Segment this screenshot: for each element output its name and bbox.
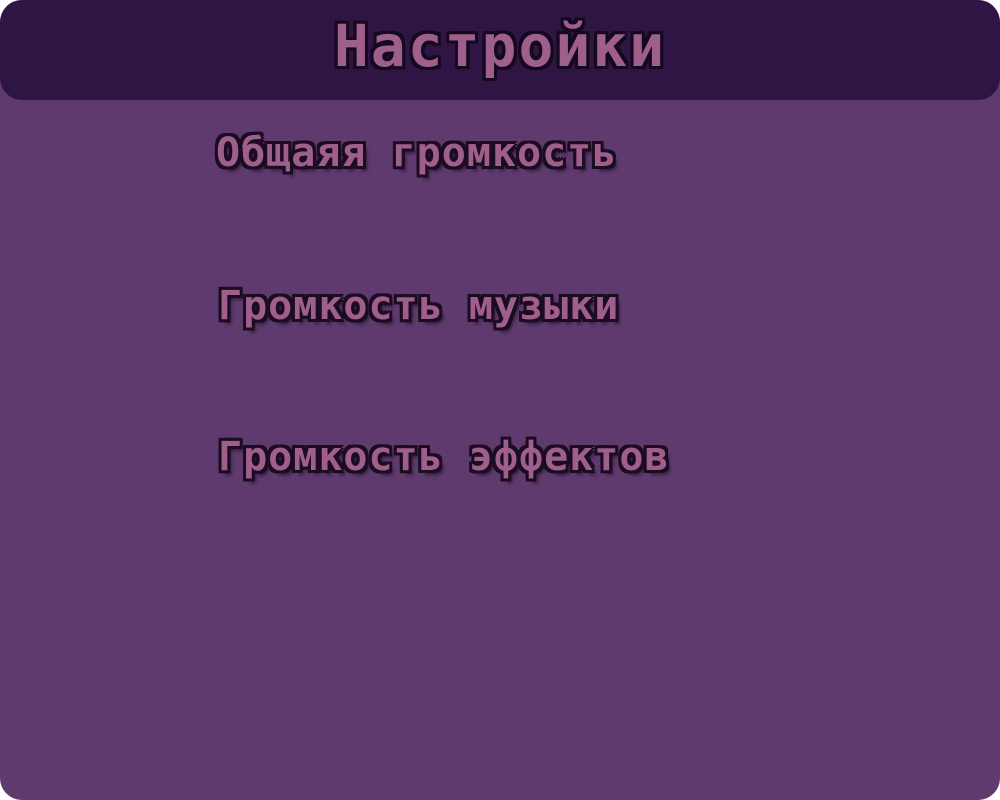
music-volume-label: Громкость музыки <box>218 283 620 329</box>
settings-header: Настройки <box>0 0 1000 100</box>
master-volume-label: Общаяя громкость <box>216 130 618 176</box>
page-title: Настройки <box>333 12 667 80</box>
effects-volume-label: Громкость эффектов <box>218 434 670 480</box>
settings-panel: Настройки Общаяя громкость Громкость муз… <box>0 0 1000 800</box>
